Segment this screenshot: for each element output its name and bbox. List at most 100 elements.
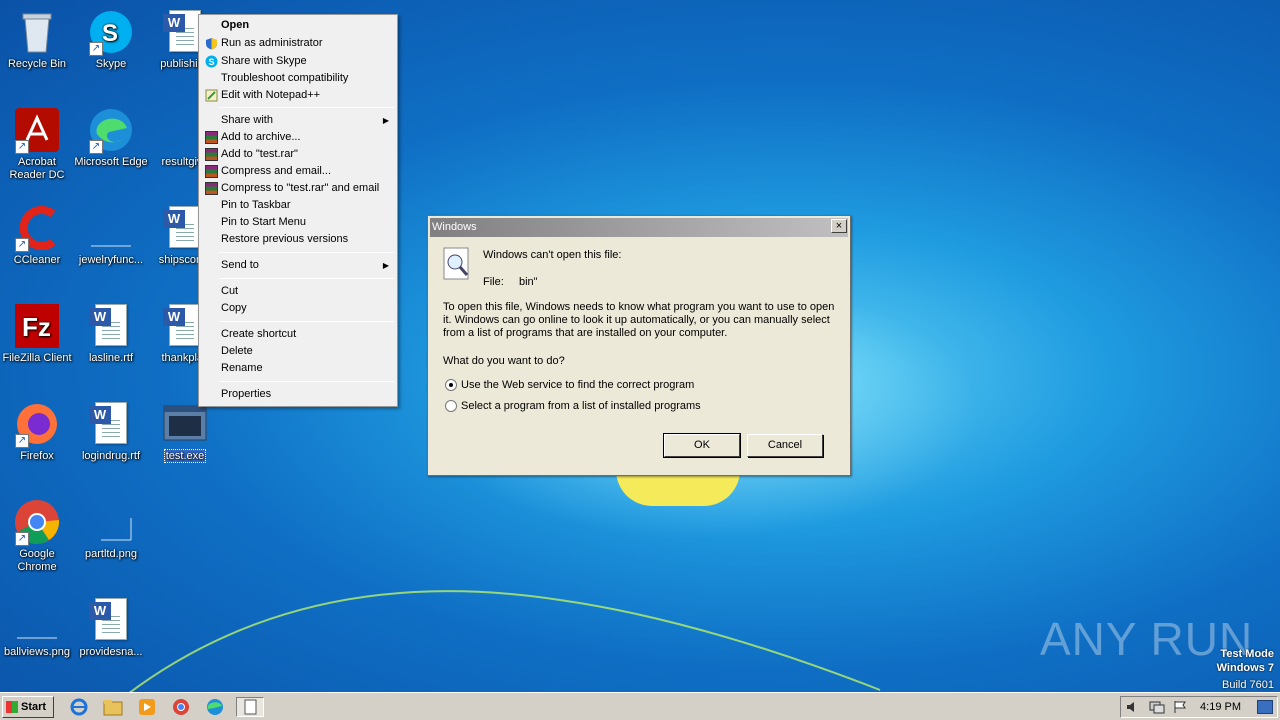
- action-center-flag-icon[interactable]: [1173, 700, 1187, 717]
- speaker-icon[interactable]: [1125, 700, 1139, 717]
- menu-separator: [219, 107, 394, 108]
- icon-label: partltd.png: [85, 548, 137, 560]
- dialog-question: What do you want to do?: [443, 355, 565, 367]
- file-label: File:: [483, 276, 504, 288]
- icon-label: Acrobat Reader DC: [9, 156, 65, 181]
- word-document-icon: W: [87, 400, 135, 448]
- edge-taskbar-icon[interactable]: [204, 697, 226, 717]
- icon-label: Google Chrome: [17, 548, 57, 573]
- icon-label: CCleaner: [13, 254, 61, 266]
- start-button[interactable]: Start: [2, 696, 54, 718]
- cancel-button[interactable]: Cancel: [747, 434, 823, 457]
- radio-select-program-label[interactable]: Select a program from a list of installe…: [461, 400, 701, 413]
- menu-separator: [219, 381, 394, 382]
- shortcut-arrow-icon: ↗: [89, 42, 103, 56]
- icon-label: lasline.rtf: [88, 352, 134, 364]
- desktop-icon-filezilla[interactable]: Fz FileZilla Client: [0, 302, 74, 365]
- firefox-icon: ↗: [13, 400, 61, 448]
- menu-item-compress-and-email[interactable]: Compress and email...: [201, 163, 395, 180]
- menu-item-open[interactable]: Open: [201, 17, 395, 34]
- internet-explorer-icon[interactable]: [68, 697, 90, 717]
- icon-label: Recycle Bin: [7, 58, 67, 70]
- menu-item-share-with[interactable]: Share with ▶: [201, 112, 395, 129]
- menu-item-rename[interactable]: Rename: [201, 360, 395, 377]
- radio-web-service[interactable]: [445, 379, 457, 391]
- dialog-title: Windows: [432, 221, 477, 233]
- filezilla-icon: Fz: [13, 302, 61, 350]
- menu-separator: [219, 252, 394, 253]
- menu-item-pin-to-start-menu[interactable]: Pin to Start Menu: [201, 214, 395, 231]
- menu-item-cut[interactable]: Cut: [201, 283, 395, 300]
- menu-item-delete[interactable]: Delete: [201, 343, 395, 360]
- winrar-icon: [205, 165, 218, 178]
- windows-logo-icon: [6, 701, 18, 713]
- menu-item-add-to-test-rar[interactable]: Add to "test.rar": [201, 146, 395, 163]
- desktop-icon-edge[interactable]: ↗ Microsoft Edge: [74, 106, 148, 169]
- icon-label: test.exe: [163, 449, 207, 463]
- icon-label: ballviews.png: [3, 646, 71, 658]
- executable-icon: [161, 400, 209, 448]
- running-app-window-icon[interactable]: [236, 697, 264, 717]
- menu-item-run-as-administrator[interactable]: Run as administrator: [201, 35, 395, 52]
- shield-icon: [205, 37, 218, 50]
- shortcut-arrow-icon: ↗: [15, 532, 29, 546]
- shortcut-arrow-icon: ↗: [15, 238, 29, 252]
- menu-item-pin-to-taskbar[interactable]: Pin to Taskbar: [201, 197, 395, 214]
- taskbar: Start 4:19 PM: [0, 692, 1280, 720]
- watermark-test-mode: Test Mode: [1220, 648, 1274, 660]
- dialog-close-button[interactable]: ×: [831, 219, 847, 233]
- chrome-icon: ↗: [13, 498, 61, 546]
- svg-text:Fz: Fz: [22, 312, 51, 342]
- desktop-icon-ccleaner[interactable]: ↗ CCleaner: [0, 204, 74, 267]
- radio-web-service-label[interactable]: Use the Web service to find the correct …: [461, 379, 694, 392]
- menu-item-troubleshoot-compatibility[interactable]: Troubleshoot compatibility: [201, 70, 395, 87]
- desktop-icon-partltd[interactable]: partltd.png: [74, 498, 148, 561]
- desktop-icon-skype[interactable]: S ↗ Skype: [74, 8, 148, 71]
- system-tray: 4:19 PM: [1120, 696, 1278, 718]
- show-desktop-icon[interactable]: [1257, 700, 1273, 714]
- desktop-icon-acrobat[interactable]: ↗ Acrobat Reader DC: [0, 106, 74, 182]
- desktop-icon-ballviews[interactable]: ballviews.png: [0, 596, 74, 659]
- menu-item-share-with-skype[interactable]: S Share with Skype: [201, 53, 395, 70]
- dialog-heading: Windows can't open this file:: [483, 249, 622, 261]
- winrar-icon: [205, 131, 218, 144]
- desktop-icon-jewelryfunc[interactable]: jewelryfunc...: [74, 204, 148, 267]
- menu-item-edit-with-notepadpp[interactable]: Edit with Notepad++: [201, 87, 395, 104]
- media-player-icon[interactable]: [136, 697, 158, 717]
- desktop-icon-recycle-bin[interactable]: Recycle Bin: [0, 8, 74, 71]
- clock[interactable]: 4:19 PM: [1200, 701, 1241, 713]
- icon-label: Firefox: [20, 450, 54, 462]
- menu-item-send-to[interactable]: Send to ▶: [201, 257, 395, 274]
- edge-icon: ↗: [87, 106, 135, 154]
- icon-label: Microsoft Edge: [74, 156, 148, 168]
- open-with-dialog: Windows × Windows can't open this file: …: [427, 215, 851, 476]
- menu-item-add-to-archive[interactable]: Add to archive...: [201, 129, 395, 146]
- menu-item-create-shortcut[interactable]: Create shortcut: [201, 326, 395, 343]
- desktop-icon-providesna[interactable]: W providesna...: [74, 596, 148, 659]
- icon-label: Skype: [95, 58, 127, 70]
- menu-item-properties[interactable]: Properties: [201, 386, 395, 403]
- winrar-icon: [205, 182, 218, 195]
- svg-text:S: S: [102, 20, 118, 47]
- menu-item-compress-to-rar-and-email[interactable]: Compress to "test.rar" and email: [201, 180, 395, 197]
- desktop-icon-chrome[interactable]: ↗ Google Chrome: [0, 498, 74, 574]
- file-explorer-icon[interactable]: [102, 697, 124, 717]
- desktop-icon-lasline[interactable]: W lasline.rtf: [74, 302, 148, 365]
- submenu-arrow-icon: ▶: [382, 261, 389, 270]
- file-search-icon: [442, 247, 472, 281]
- network-icon[interactable]: [1149, 700, 1165, 717]
- skype-icon: S ↗: [87, 8, 135, 56]
- menu-item-restore-previous-versions[interactable]: Restore previous versions: [201, 231, 395, 248]
- dialog-titlebar[interactable]: Windows: [430, 218, 848, 237]
- image-file-icon: [87, 498, 135, 546]
- desktop-icon-logindrug[interactable]: W logindrug.rtf: [74, 400, 148, 463]
- desktop-icon-test-exe[interactable]: test.exe: [148, 400, 222, 463]
- radio-select-program[interactable]: [445, 400, 457, 412]
- desktop-icon-firefox[interactable]: ↗ Firefox: [0, 400, 74, 463]
- skype-icon: S: [205, 55, 218, 68]
- menu-item-copy[interactable]: Copy: [201, 300, 395, 317]
- chrome-taskbar-icon[interactable]: [170, 697, 192, 717]
- ok-button[interactable]: OK: [663, 433, 741, 458]
- icon-label: FileZilla Client: [2, 352, 72, 364]
- icon-label: jewelryfunc...: [78, 254, 144, 266]
